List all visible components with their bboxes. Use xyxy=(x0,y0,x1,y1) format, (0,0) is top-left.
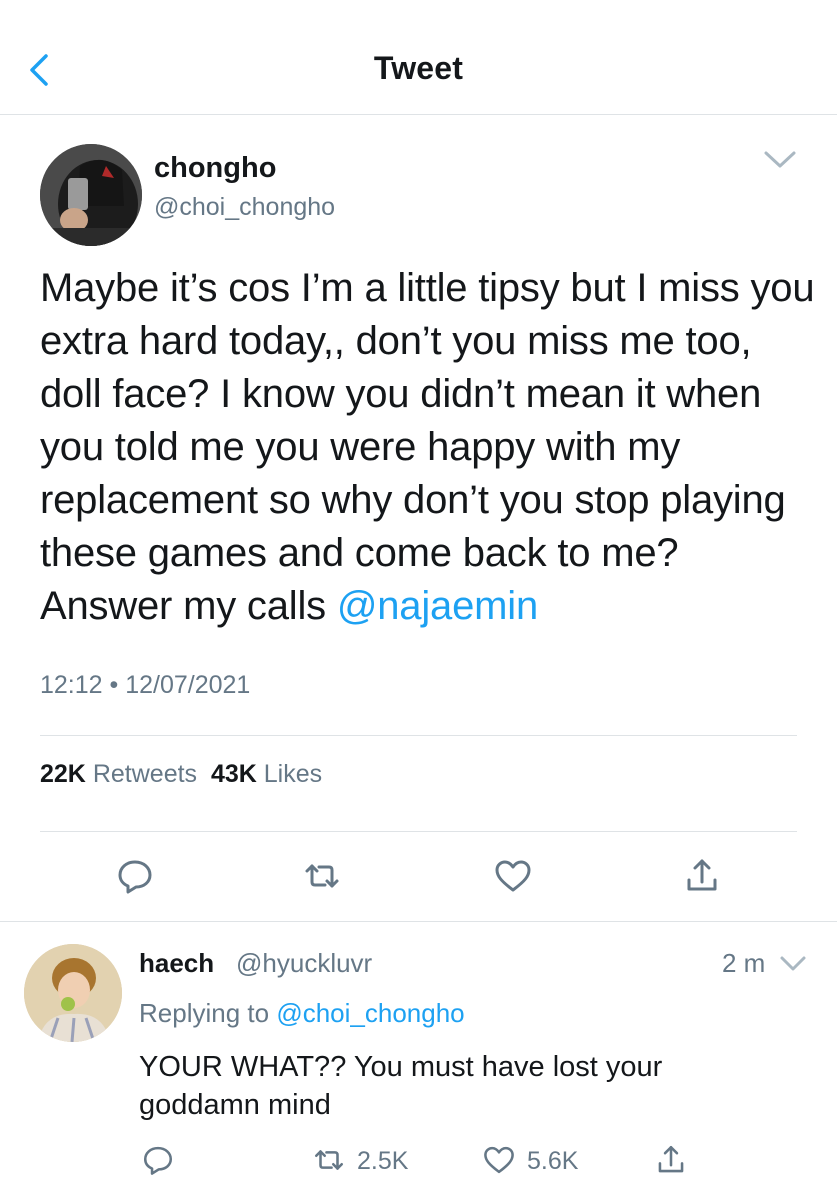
tweet-body: Maybe it’s cos I’m a little tipsy but I … xyxy=(40,266,815,628)
reply-retweet-button[interactable] xyxy=(312,1143,346,1177)
tweet-stats: 22K Retweets 43K Likes xyxy=(40,760,322,789)
reply-reply-button[interactable] xyxy=(141,1143,175,1177)
tweet-timestamp: 12:12 • 12/07/2021 xyxy=(40,671,251,699)
retweet-button[interactable] xyxy=(302,856,342,896)
reply-share-button[interactable] xyxy=(654,1143,688,1177)
like-button[interactable] xyxy=(493,856,533,896)
reply-like-count: 5.6K xyxy=(527,1147,579,1175)
share-icon xyxy=(687,859,717,891)
mention-link[interactable]: @najaemin xyxy=(337,584,538,628)
author-handle[interactable]: @choi_chongho xyxy=(154,193,335,222)
reply-button[interactable] xyxy=(115,856,155,896)
reply-author-name[interactable]: haech xyxy=(139,948,214,979)
section-divider xyxy=(0,921,837,922)
reply-avatar[interactable] xyxy=(24,944,122,1042)
retweets-count: 22K xyxy=(40,760,86,788)
comment-icon xyxy=(118,860,152,894)
retweets-label: Retweets xyxy=(92,760,198,788)
chevron-down-icon xyxy=(780,956,806,971)
likes-stat[interactable]: 43K Likes xyxy=(211,760,322,788)
share-icon xyxy=(658,1145,684,1173)
retweet-icon xyxy=(305,864,339,888)
reply-like-button[interactable] xyxy=(482,1143,516,1177)
more-options-button[interactable] xyxy=(762,145,798,175)
replying-to: Replying to @choi_chongho xyxy=(139,998,465,1029)
page-title: Tweet xyxy=(373,50,464,86)
reply-author-handle[interactable]: @hyuckluvr xyxy=(236,948,372,979)
replying-to-handle[interactable]: @choi_chongho xyxy=(276,998,464,1028)
chevron-down-icon xyxy=(764,151,796,168)
share-button[interactable] xyxy=(682,856,722,896)
likes-label: Likes xyxy=(263,760,323,788)
retweets-stat[interactable]: 22K Retweets xyxy=(40,760,197,788)
reply-text: YOUR WHAT?? You must have lost your godd… xyxy=(139,1051,663,1121)
reply-timestamp: 2 m xyxy=(722,948,766,978)
avatar-image xyxy=(40,144,142,246)
reply-retweet-count: 2.5K xyxy=(357,1147,409,1175)
replying-to-label: Replying to xyxy=(139,998,277,1028)
tweet-text: Maybe it’s cos I’m a little tipsy but I … xyxy=(40,262,815,633)
reply-more-options-button[interactable] xyxy=(778,950,808,978)
heart-icon xyxy=(495,860,531,892)
retweet-icon xyxy=(314,1150,344,1170)
likes-count: 43K xyxy=(210,760,257,788)
divider xyxy=(40,831,797,832)
heart-icon xyxy=(484,1146,514,1174)
avatar-image xyxy=(24,944,122,1042)
author-name[interactable]: chongho xyxy=(154,152,276,185)
avatar[interactable] xyxy=(40,144,142,246)
comment-icon xyxy=(143,1146,173,1175)
divider xyxy=(40,735,797,736)
